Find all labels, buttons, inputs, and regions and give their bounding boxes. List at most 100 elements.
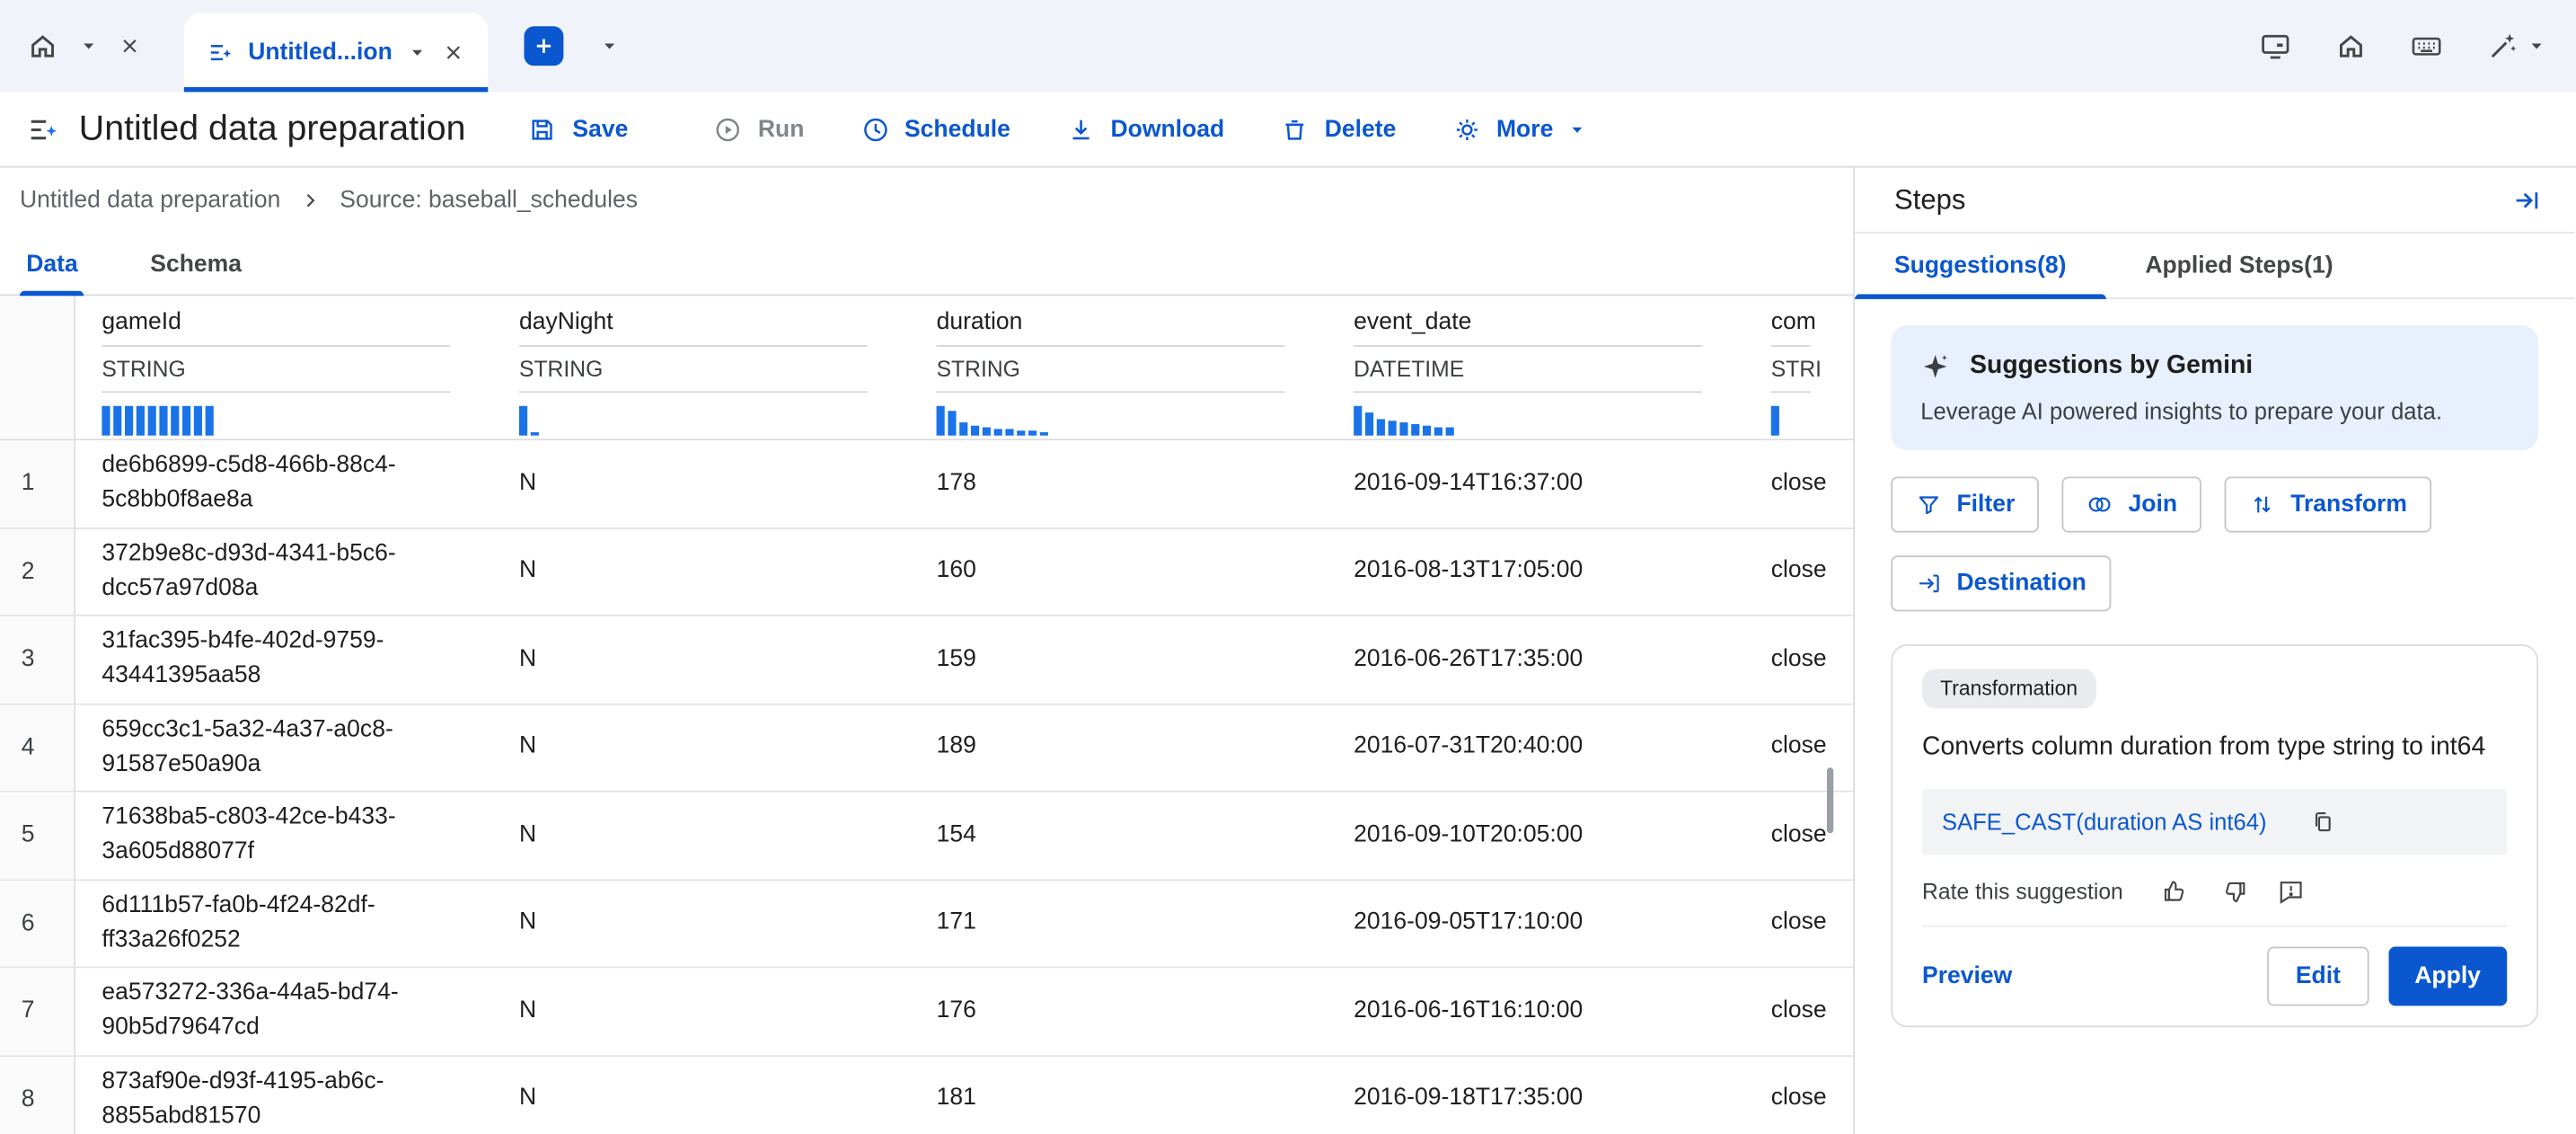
cell-gameId: 372b9e8c-d93d-4341-b5c6-dcc57a97d08a: [75, 528, 493, 615]
run-button[interactable]: Run: [701, 100, 817, 159]
column-name: dayNight: [519, 309, 868, 347]
table-row-4[interactable]: 4659cc3c1-5a32-4a37-a0c8-91587e50a90aN18…: [0, 704, 1853, 793]
data-preparation-icon: [207, 40, 233, 66]
cell-duration: 189: [910, 704, 1328, 791]
histogram-event_date: [1354, 406, 1702, 436]
gemini-tools-button[interactable]: [2485, 30, 2546, 63]
data-table: gameIdSTRINGdayNightSTRINGdurationSTRING…: [0, 296, 1853, 1134]
rate-suggestion-label: Rate this suggestion: [1922, 880, 2123, 904]
histogram-duration: [937, 406, 1285, 436]
more-caret-icon: [1568, 120, 1588, 139]
suggestion-code[interactable]: SAFE_CAST(duration AS int64): [1942, 809, 2267, 835]
delete-button[interactable]: Delete: [1267, 100, 1409, 159]
column-header-dayNight[interactable]: dayNightSTRING: [493, 296, 911, 439]
tab-close-icon[interactable]: [442, 41, 465, 65]
preview-link[interactable]: Preview: [1922, 963, 2012, 989]
histogram-com: [1771, 406, 1811, 436]
more-button-label: More: [1496, 116, 1553, 142]
home-icon[interactable]: [26, 30, 59, 63]
join-icon: [2087, 492, 2113, 518]
new-tab-button[interactable]: [524, 26, 563, 66]
tab-strip-right-icons: [2259, 30, 2576, 63]
join-suggestion-button[interactable]: Join: [2062, 476, 2201, 532]
display-icon[interactable]: [2259, 30, 2292, 63]
cell-duration: 159: [910, 616, 1328, 703]
download-button[interactable]: Download: [1053, 100, 1237, 159]
vertical-scrollbar[interactable]: [1827, 767, 1833, 833]
save-dropdown-caret-icon[interactable]: [641, 120, 675, 139]
table-row-8[interactable]: 8873af90e-d93f-4195-ab6c-8855abd81570N18…: [0, 1056, 1853, 1134]
schedule-clock-icon: [860, 114, 890, 144]
column-name: gameId: [101, 309, 450, 347]
row-number: 7: [0, 968, 75, 1054]
cell-event_date: 2016-07-31T20:40:00: [1328, 704, 1745, 791]
tab-suggestions[interactable]: Suggestions(8): [1855, 234, 2105, 297]
transform-suggestion-button-label: Transform: [2290, 492, 2407, 518]
column-header-com[interactable]: comSTRI: [1745, 296, 1854, 439]
schedule-button[interactable]: Schedule: [847, 100, 1024, 159]
table-row-7[interactable]: 7ea573272-336a-44a5-bd74-90b5d79647cdN17…: [0, 968, 1853, 1056]
suggestion-code-block: SAFE_CAST(duration AS int64): [1922, 789, 2507, 855]
cell-gameId: 873af90e-d93f-4195-ab6c-8855abd81570: [75, 1056, 493, 1134]
gemini-card-subtitle: Leverage AI powered insights to prepare …: [1920, 398, 2509, 424]
cell-dayNight: N: [493, 793, 911, 879]
save-button-label: Save: [572, 116, 628, 142]
tab-schema[interactable]: Schema: [144, 234, 248, 295]
destination-suggestion-button-label: Destination: [1956, 571, 2086, 597]
tab-data[interactable]: Data: [20, 234, 84, 295]
save-button[interactable]: Save: [515, 100, 641, 159]
home-icon[interactable]: [2334, 30, 2368, 63]
table-row-5[interactable]: 571638ba5-c803-42ce-b433-3a605d88077fN15…: [0, 793, 1853, 881]
save-icon: [528, 114, 558, 144]
tab-caret-icon[interactable]: [407, 43, 427, 63]
row-number: 6: [0, 880, 75, 966]
collapse-panel-icon[interactable]: [2512, 185, 2542, 215]
table-row-3[interactable]: 331fac395-b4fe-402d-9759-43441395aa58N15…: [0, 616, 1853, 704]
apply-button[interactable]: Apply: [2388, 947, 2507, 1006]
destination-suggestion-button[interactable]: Destination: [1891, 555, 2111, 611]
row-number: 2: [0, 528, 75, 615]
gear-icon: [1452, 114, 1482, 144]
row-number: 8: [0, 1056, 75, 1134]
table-row-2[interactable]: 2372b9e8c-d93d-4341-b5c6-dcc57a97d08aN16…: [0, 528, 1853, 616]
cell-com: close: [1745, 1056, 1854, 1134]
breadcrumb-root[interactable]: Untitled data preparation: [20, 188, 280, 214]
thumb-down-icon[interactable]: [2220, 878, 2248, 906]
column-header-duration[interactable]: durationSTRING: [910, 296, 1328, 439]
tab-untitled-data-preparation[interactable]: Untitled...ion: [184, 13, 488, 93]
edit-button[interactable]: Edit: [2268, 947, 2369, 1006]
tab-suggestions-label: Suggestions(8): [1894, 252, 2067, 279]
toolbar: Untitled data preparation Save Run Sched…: [0, 92, 2576, 167]
home-tab[interactable]: [16, 30, 164, 63]
run-icon: [713, 114, 743, 144]
column-header-gameId[interactable]: gameIdSTRING: [75, 296, 493, 439]
gemini-suggestions-card: Suggestions by Gemini Leverage AI powere…: [1891, 325, 2538, 450]
tab-overflow-caret-icon[interactable]: [599, 36, 619, 56]
more-button[interactable]: More: [1439, 100, 1601, 159]
table-row-6[interactable]: 66d111b57-fa0b-4f24-82df-ff33a26f0252N17…: [0, 880, 1853, 968]
cell-gameId: ea573272-336a-44a5-bd74-90b5d79647cd: [75, 968, 493, 1054]
copy-icon[interactable]: [2309, 809, 2335, 835]
keyboard-icon[interactable]: [2410, 30, 2443, 63]
cell-gameId: 31fac395-b4fe-402d-9759-43441395aa58: [75, 616, 493, 703]
table-row-1[interactable]: 1de6b6899-c5d8-466b-88c4-5c8bb0f8ae8aN17…: [0, 440, 1853, 528]
cell-dayNight: N: [493, 616, 911, 703]
cell-event_date: 2016-09-05T17:10:00: [1328, 880, 1745, 966]
column-header-event_date[interactable]: event_dateDATETIME: [1328, 296, 1745, 439]
filter-suggestion-button[interactable]: Filter: [1891, 476, 2039, 532]
tab-applied-steps[interactable]: Applied Steps(1): [2105, 234, 2372, 297]
home-tab-close-icon[interactable]: [119, 34, 142, 58]
transform-icon: [2250, 492, 2276, 518]
histogram-dayNight: [519, 406, 868, 436]
rate-suggestion-row: Rate this suggestion: [1922, 878, 2507, 906]
gemini-tools-caret-icon: [2527, 36, 2546, 56]
cell-gameId: de6b6899-c5d8-466b-88c4-5c8bb0f8ae8a: [75, 440, 493, 527]
suggestion-description: Converts column duration from type strin…: [1922, 728, 2507, 766]
column-name: event_date: [1354, 309, 1702, 347]
feedback-icon[interactable]: [2278, 878, 2306, 906]
breadcrumb-source: Source: baseball_schedules: [340, 188, 638, 214]
thumb-up-icon[interactable]: [2163, 878, 2191, 906]
transform-suggestion-button[interactable]: Transform: [2225, 476, 2431, 532]
run-button-label: Run: [758, 116, 805, 142]
home-tab-caret-icon[interactable]: [79, 36, 99, 56]
